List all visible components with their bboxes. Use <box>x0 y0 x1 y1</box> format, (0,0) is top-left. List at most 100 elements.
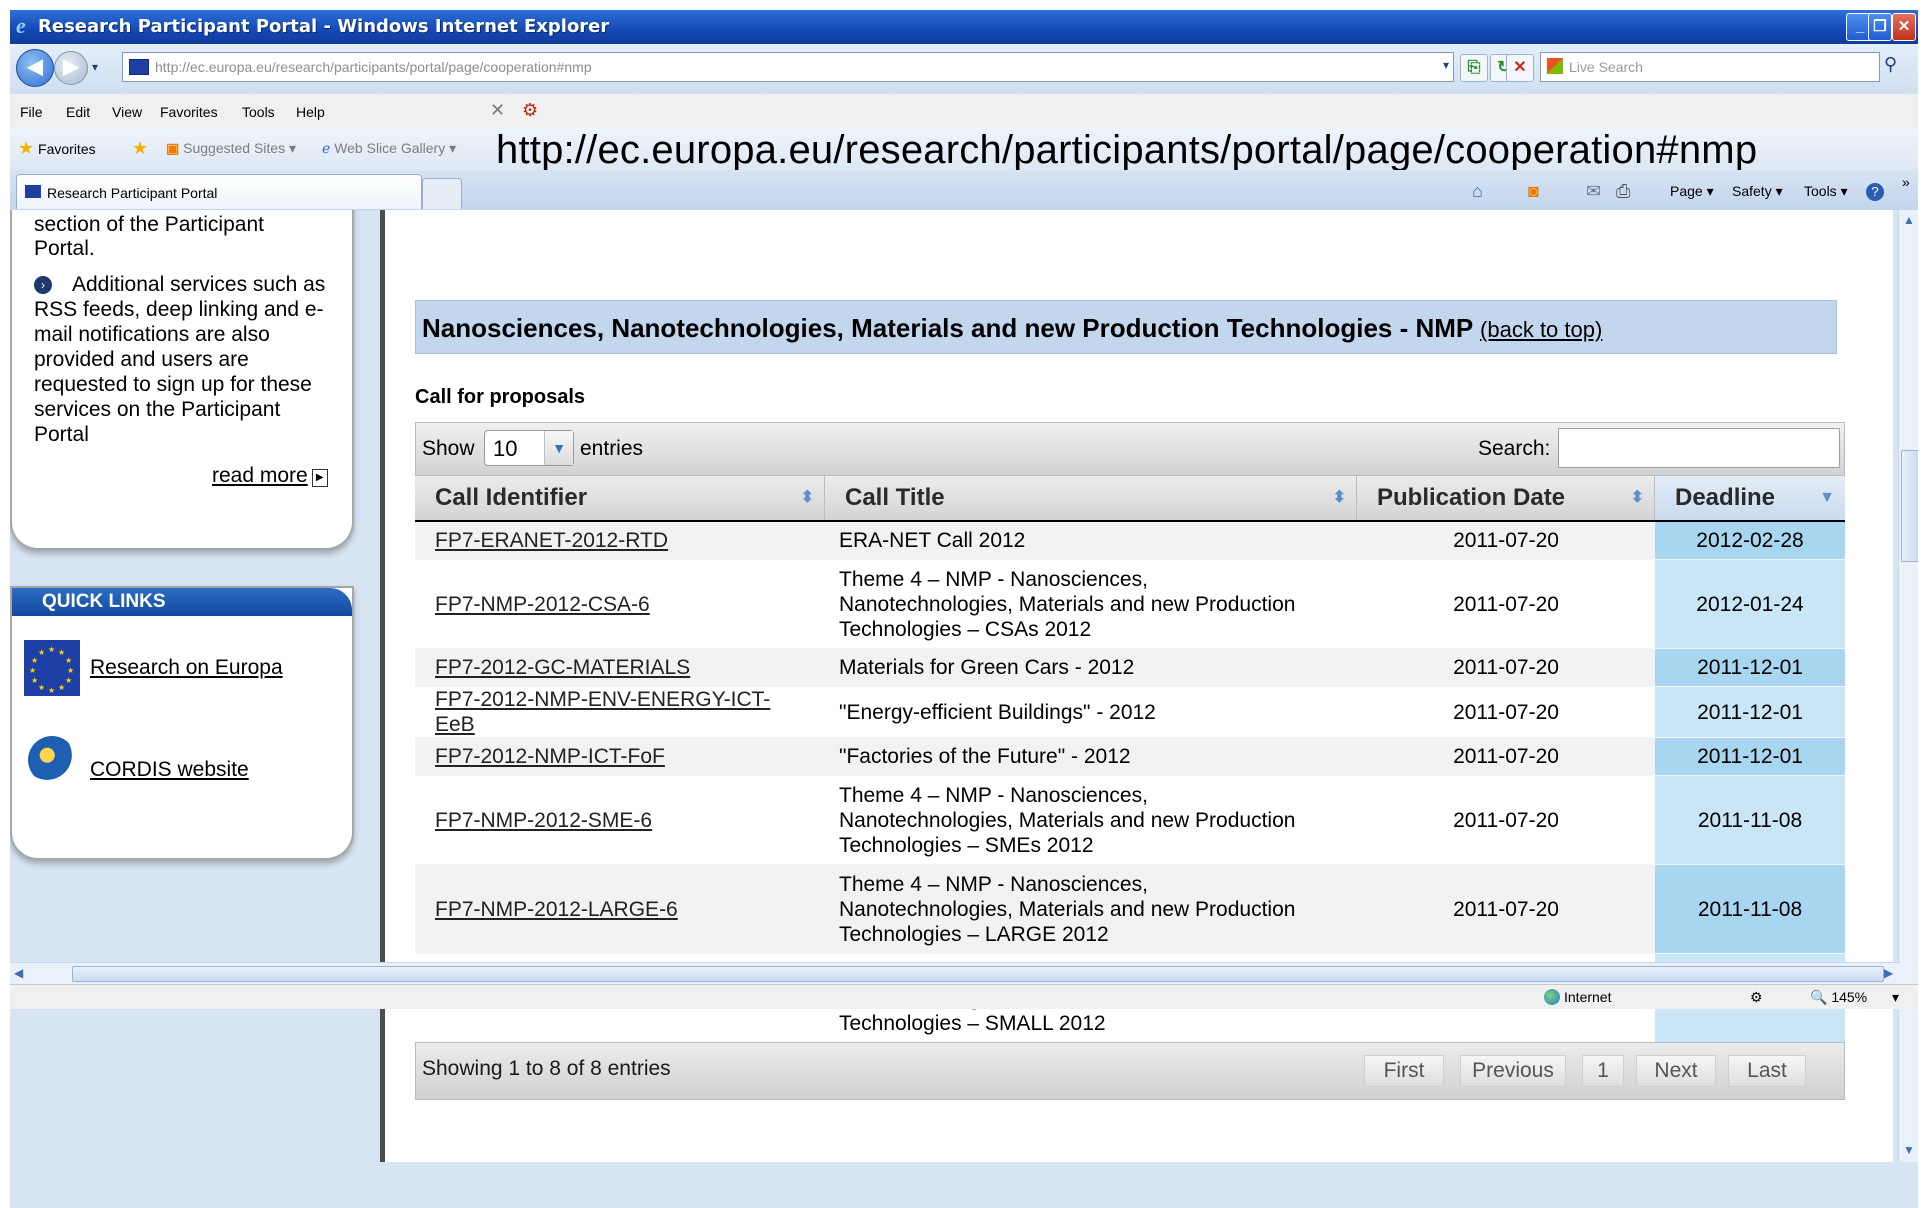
tab-research-participant-portal[interactable]: Research Participant Portal <box>16 174 422 209</box>
scroll-right-icon[interactable]: ▶ <box>1884 966 1893 980</box>
pagination-first[interactable]: First <box>1364 1055 1444 1087</box>
scroll-up-icon[interactable]: ▲ <box>1901 212 1917 228</box>
call-identifier-link-line[interactable]: EeB <box>435 712 795 737</box>
zoom-dropdown-icon[interactable]: ▾ <box>1892 989 1899 1006</box>
publication-date-cell: 2011-07-20 <box>1453 656 1559 679</box>
favorites-button[interactable]: ★ Favorites <box>18 138 96 159</box>
add-favorites-icon[interactable]: ★ <box>132 138 148 159</box>
bullet-arrow-icon: › <box>34 276 52 294</box>
read-more-link[interactable]: read more ▶ <box>212 464 328 488</box>
call-title-cell-line: Theme 4 – NMP - Nanosciences, <box>839 568 1148 591</box>
scroll-down-icon[interactable]: ▼ <box>1901 1142 1917 1158</box>
call-identifier-link[interactable]: FP7-ERANET-2012-RTD <box>435 528 795 553</box>
tools-menu[interactable]: Tools ▾ <box>1804 183 1848 200</box>
scroll-left-icon[interactable]: ◀ <box>14 966 23 980</box>
column-call-title[interactable]: Call Title ⬍ <box>825 476 1357 520</box>
table-row: FP7-NMP-2012-SME-6 Theme 4 – NMP - Nanosc… <box>415 776 1845 865</box>
zoom-control[interactable]: 🔍 145% <box>1810 989 1867 1006</box>
call-identifier-link[interactable]: FP7-NMP-2012-CSA-6 <box>435 592 795 617</box>
live-search-input[interactable]: Live Search <box>1540 52 1880 82</box>
call-identifier-link-line[interactable]: FP7-ERANET-2012-RTD <box>435 528 795 553</box>
call-title-cell-line: Technologies – LARGE 2012 <box>839 923 1109 946</box>
column-publication-date[interactable]: Publication Date ⬍ <box>1357 476 1655 520</box>
search-label: Search: <box>1478 437 1551 460</box>
pagination-page-1[interactable]: 1 <box>1582 1055 1624 1087</box>
call-identifier-link-line[interactable]: FP7-NMP-2012-SME-6 <box>435 808 795 833</box>
suggested-sites-link[interactable]: ▣ Suggested Sites ▾ <box>166 140 296 157</box>
vertical-scrollbar[interactable]: ▲ ▼ <box>1898 210 1918 1162</box>
favorites-label: Favorites <box>38 141 96 157</box>
close-toolbar-icon[interactable]: ✕ <box>490 100 505 121</box>
sort-both-icon: ⬍ <box>800 489 814 506</box>
forward-button[interactable]: ▶ <box>54 51 88 85</box>
zoom-icon: 🔍 <box>1810 989 1828 1005</box>
call-identifier-link-line[interactable]: FP7-2012-NMP-ENV-ENERGY-ICT- <box>435 687 795 712</box>
table-row: FP7-NMP-2012-LARGE-6 Theme 4 – NMP - Nano… <box>415 865 1845 954</box>
protected-mode-icon[interactable]: ⚙ <box>1750 989 1763 1006</box>
pagination-last[interactable]: Last <box>1728 1055 1806 1087</box>
table-search-input[interactable] <box>1558 428 1840 468</box>
pagination-next[interactable]: Next <box>1636 1055 1716 1087</box>
section-header: Nanosciences, Nanotechnologies, Material… <box>415 300 1837 354</box>
call-identifier-link-line[interactable]: FP7-2012-GC-MATERIALS <box>435 655 795 680</box>
menu-help[interactable]: Help <box>296 104 325 120</box>
address-dropdown-icon[interactable]: ▾ <box>1443 58 1449 72</box>
menu-file[interactable]: File <box>20 104 43 120</box>
developer-tools-icon[interactable]: ⚙ <box>522 100 538 121</box>
back-to-top-link[interactable]: (back to top) <box>1480 317 1602 342</box>
vertical-scroll-thumb[interactable] <box>1901 450 1918 562</box>
more-commands-icon[interactable]: » <box>1902 174 1910 190</box>
home-icon[interactable]: ⌂ <box>1472 181 1483 202</box>
read-mail-icon[interactable]: ✉ <box>1586 181 1601 202</box>
horizontal-scroll-thumb[interactable] <box>72 966 1884 982</box>
safety-menu[interactable]: Safety ▾ <box>1732 183 1783 200</box>
sort-both-icon: ⬍ <box>1332 489 1346 506</box>
feeds-icon[interactable]: ◙ <box>1528 181 1539 202</box>
web-slice-gallery-link[interactable]: ℯ Web Slice Gallery ▾ <box>322 140 456 157</box>
web-slice-label: Web Slice Gallery ▾ <box>334 140 457 156</box>
back-button[interactable]: ◀ <box>16 49 54 87</box>
call-identifier-link[interactable]: FP7-2012-NMP-ENV-ENERGY-ICT- EeB <box>435 687 795 737</box>
call-identifier-link-line[interactable]: FP7-NMP-2012-LARGE-6 <box>435 897 795 922</box>
call-identifier-link-line[interactable]: FP7-2012-NMP-ICT-FoF <box>435 744 795 769</box>
entries-per-page-select[interactable]: 10 ▼ <box>484 430 574 466</box>
call-identifier-link[interactable]: FP7-NMP-2012-SME-6 <box>435 808 795 833</box>
new-tab-button[interactable] <box>422 178 462 209</box>
pagination-previous[interactable]: Previous <box>1460 1055 1566 1087</box>
call-identifier-link-line[interactable]: FP7-NMP-2012-CSA-6 <box>435 592 795 617</box>
print-icon[interactable]: ⎙ <box>1616 181 1630 202</box>
call-identifier-link[interactable]: FP7-NMP-2012-LARGE-6 <box>435 897 795 922</box>
compatibility-view-button[interactable]: ⎘ <box>1460 54 1488 82</box>
call-title-cell-line: Theme 4 – NMP - Nanosciences, <box>839 784 1148 807</box>
call-identifier-link[interactable]: FP7-2012-NMP-ICT-FoF <box>435 744 795 769</box>
call-title-cell: "Energy-efficient Buildings" - 2012 <box>839 700 1319 725</box>
table-row: FP7-ERANET-2012-RTD ERA-NET Call 2012 2011… <box>415 522 1845 560</box>
stop-button[interactable]: ✕ <box>1506 54 1534 82</box>
horizontal-scrollbar[interactable]: ◀ ▶ <box>10 962 1900 985</box>
call-identifier-link[interactable]: FP7-2012-GC-MATERIALS <box>435 655 795 680</box>
table-row: FP7-2012-GC-MATERIALS Materials for Green… <box>415 649 1845 687</box>
cordis-website-link[interactable]: CORDIS website <box>90 758 249 782</box>
help-icon[interactable]: ? <box>1866 183 1884 201</box>
column-call-identifier[interactable]: Call Identifier ⬍ <box>415 476 825 520</box>
call-title-cell-line: Technologies – SMEs 2012 <box>839 834 1094 857</box>
menu-tools[interactable]: Tools <box>242 104 275 120</box>
deadline-cell: 2011-12-01 <box>1655 687 1845 737</box>
menu-favorites[interactable]: Favorites <box>160 104 218 120</box>
address-input[interactable]: http://ec.europa.eu/research/participant… <box>122 52 1454 82</box>
maximize-button[interactable]: ❐ <box>1868 13 1892 41</box>
research-on-europa-link[interactable]: Research on Europa <box>90 656 283 680</box>
table-controls: Show 10 ▼ entries Search: <box>415 422 1845 476</box>
favorites-star-icon: ★ <box>18 138 35 158</box>
search-icon[interactable]: ⚲ <box>1884 54 1908 78</box>
deadline-value: 2011-12-01 <box>1697 701 1803 724</box>
menu-edit[interactable]: Edit <box>66 104 90 120</box>
call-title-cell-line: ERA-NET Call 2012 <box>839 529 1026 552</box>
address-url: http://ec.europa.eu/research/participant… <box>155 59 592 75</box>
page-menu[interactable]: Page ▾ <box>1670 183 1714 200</box>
close-window-button[interactable]: ✕ <box>1892 13 1916 41</box>
column-deadline[interactable]: Deadline ▼ <box>1655 476 1845 520</box>
menu-view[interactable]: View <box>112 104 142 120</box>
recent-pages-dropdown-icon[interactable]: ▾ <box>92 60 98 74</box>
column-publication-date-label: Publication Date <box>1377 484 1566 511</box>
